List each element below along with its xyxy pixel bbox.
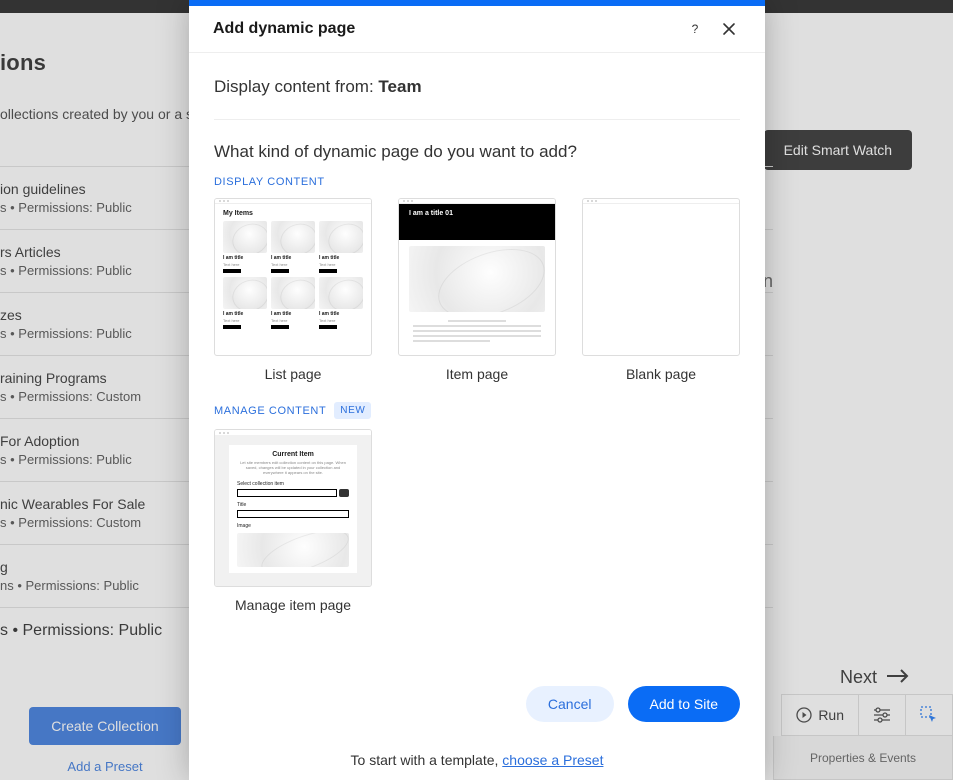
add-to-site-button[interactable]: Add to Site (628, 686, 741, 722)
card-label-blank: Blank page (582, 366, 740, 382)
cancel-button[interactable]: Cancel (526, 686, 614, 722)
help-button[interactable]: ? (683, 17, 707, 41)
page-heading-partial: ions (0, 50, 46, 76)
new-badge: NEW (334, 402, 371, 419)
thumb-manage-field-title: Title (237, 502, 349, 508)
modal-footer: Cancel Add to Site To start with a templ… (189, 672, 765, 780)
thumb-manage-title: Current Item (237, 451, 349, 458)
next-label: Next (840, 667, 877, 688)
run-button[interactable]: Run (782, 695, 858, 735)
create-collection-button[interactable]: Create Collection (29, 707, 180, 745)
display-content-from: Display content from: Team (214, 77, 740, 97)
add-dynamic-page-modal: Add dynamic page ? Display content from:… (189, 0, 765, 780)
card-label-manage: Manage item page (214, 597, 372, 613)
svg-text:?: ? (692, 22, 699, 36)
section-label-manage-text: MANAGE CONTENT (214, 405, 326, 417)
properties-events-tab[interactable]: Properties & Events (773, 736, 953, 780)
sliders-icon (873, 707, 891, 723)
footer-note-text: To start with a template, (351, 752, 503, 768)
page-type-card-item[interactable]: I am a title 01 (398, 198, 556, 356)
card-label-item: Item page (398, 366, 556, 382)
close-button[interactable] (717, 17, 741, 41)
display-from-value: Team (378, 77, 421, 96)
arrow-right-icon (887, 667, 909, 688)
section-label-display: DISPLAY CONTENT (214, 176, 740, 188)
section-label-manage: MANAGE CONTENT NEW (214, 402, 740, 419)
add-preset-link[interactable]: Add a Preset (0, 759, 210, 774)
help-icon: ? (688, 22, 702, 36)
inspect-cursor-icon (920, 706, 938, 724)
run-label: Run (818, 707, 844, 723)
thumb-manage-field-image: Image (237, 523, 349, 529)
display-from-label: Display content from: (214, 77, 378, 96)
edit-button[interactable]: Edit Smart Watch (764, 130, 912, 170)
divider (214, 119, 740, 120)
thumb-item-title: I am a title 01 (409, 210, 545, 217)
play-circle-icon (796, 707, 812, 723)
modal-title: Add dynamic page (213, 20, 355, 38)
modal-question: What kind of dynamic page do you want to… (214, 142, 740, 162)
page-type-card-blank[interactable] (582, 198, 740, 356)
page-desc-partial: ollections created by you or a s (0, 106, 193, 122)
thumb-list-title: My Items (223, 210, 363, 217)
modal-header: Add dynamic page ? (189, 6, 765, 53)
close-icon (722, 22, 736, 36)
card-label-list: List page (214, 366, 372, 382)
bottom-tool-bar: Run (781, 694, 953, 736)
page-type-card-list[interactable]: My Items I am titleText here I am titleT… (214, 198, 372, 356)
choose-preset-link[interactable]: choose a Preset (502, 752, 603, 768)
page-type-cards-row: My Items I am titleText here I am titleT… (214, 198, 740, 382)
inspect-button[interactable] (905, 695, 952, 735)
next-button[interactable]: Next (840, 667, 909, 688)
page-type-card-manage[interactable]: Current Item Let site members edit colle… (214, 429, 372, 587)
footer-note: To start with a template, choose a Prese… (214, 752, 740, 768)
settings-sliders-button[interactable] (858, 695, 905, 735)
